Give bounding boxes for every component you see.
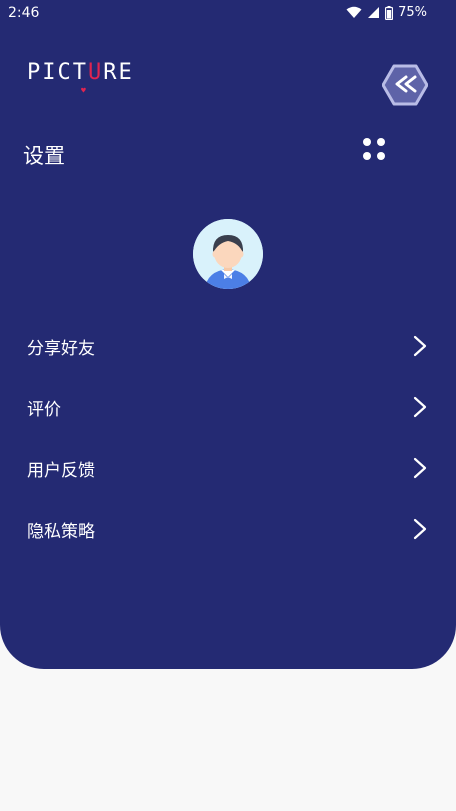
settings-menu: 分享好友 评价 用户反馈 隐私策略 <box>0 316 456 560</box>
wifi-icon <box>346 6 362 18</box>
menu-item-label: 隐私策略 <box>27 522 95 542</box>
menu-item-label: 分享好友 <box>27 339 95 359</box>
battery-icon <box>385 5 394 20</box>
status-icons: 75% <box>346 5 427 20</box>
status-bar: 2:46 75% <box>0 0 456 26</box>
logo-suffix: RE <box>103 60 134 85</box>
back-badge-icon[interactable] <box>382 64 428 106</box>
grid-dots-icon[interactable] <box>362 137 386 161</box>
avatar-icon[interactable] <box>193 219 263 289</box>
chevron-right-icon <box>413 396 427 418</box>
cellular-signal-icon <box>368 7 380 18</box>
menu-item-label: 用户反馈 <box>27 461 95 481</box>
page-title: 设置 <box>23 144 65 168</box>
logo-accent: U <box>87 60 104 85</box>
chevron-right-icon <box>413 518 427 540</box>
chevron-right-icon <box>413 335 427 357</box>
picture-logo: PICTURE ♥ <box>27 60 134 95</box>
battery-percentage: 75% <box>398 5 427 20</box>
menu-item-label: 评价 <box>27 400 61 420</box>
menu-item-feedback[interactable]: 用户反馈 <box>0 438 456 499</box>
logo-prefix: PICT <box>27 60 88 85</box>
chevron-right-icon <box>413 457 427 479</box>
menu-item-privacy[interactable]: 隐私策略 <box>0 499 456 560</box>
status-time: 2:46 <box>8 5 40 21</box>
menu-item-share[interactable]: 分享好友 <box>0 316 456 377</box>
logo-heart-icon: ♥ <box>81 86 88 95</box>
menu-item-rate[interactable]: 评价 <box>0 377 456 438</box>
